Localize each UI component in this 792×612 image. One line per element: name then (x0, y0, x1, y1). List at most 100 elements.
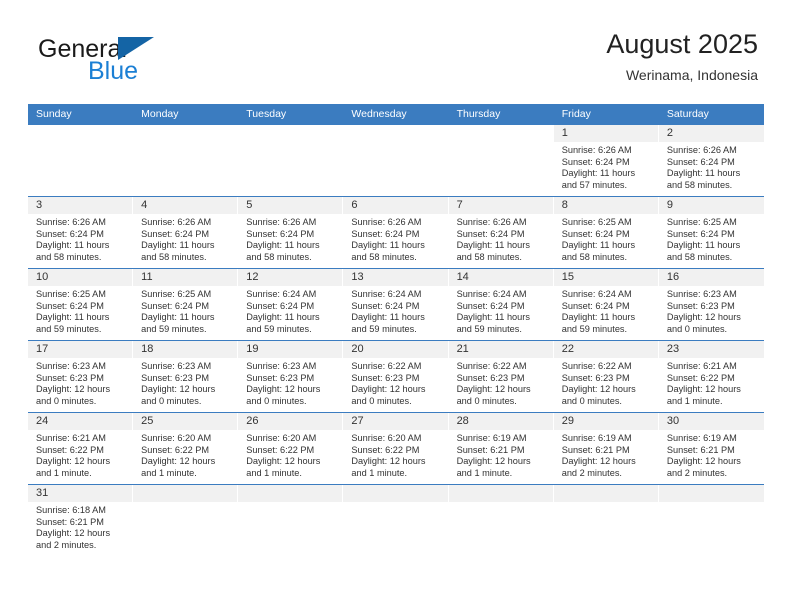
sunset-text: Sunset: 6:21 PM (36, 516, 104, 527)
daylight-text: Daylight: 11 hours and 59 minutes. (141, 312, 215, 334)
day-cell[interactable]: 21 Sunrise: 6:22 AM Sunset: 6:23 PM Dayl… (448, 341, 554, 412)
sunrise-text: Sunrise: 6:23 AM (666, 289, 737, 299)
day-cell[interactable]: 26 Sunrise: 6:20 AM Sunset: 6:22 PM Dayl… (238, 413, 344, 484)
day-number-band: 22 (553, 341, 659, 358)
sunrise-text: Sunrise: 6:26 AM (561, 145, 632, 155)
sunrise-text: Sunrise: 6:25 AM (141, 289, 212, 299)
day-number-band: 23 (658, 341, 764, 358)
day-cell[interactable]: 25 Sunrise: 6:20 AM Sunset: 6:22 PM Dayl… (133, 413, 239, 484)
daylight-text: Daylight: 11 hours and 59 minutes. (351, 312, 425, 334)
day-cell[interactable]: 23 Sunrise: 6:21 AM Sunset: 6:22 PM Dayl… (658, 341, 764, 412)
day-cell[interactable]: 22 Sunrise: 6:22 AM Sunset: 6:23 PM Dayl… (553, 341, 659, 412)
daylight-text: Daylight: 11 hours and 59 minutes. (36, 312, 110, 334)
day-cell[interactable]: 19 Sunrise: 6:23 AM Sunset: 6:23 PM Dayl… (238, 341, 344, 412)
day-cell[interactable]: 10 Sunrise: 6:25 AM Sunset: 6:24 PM Dayl… (28, 269, 134, 340)
day-number: 17 (36, 343, 49, 355)
day-details: Sunrise: 6:26 AM Sunset: 6:24 PM Dayligh… (659, 142, 764, 191)
day-details: Sunrise: 6:25 AM Sunset: 6:24 PM Dayligh… (133, 286, 238, 335)
sunset-text: Sunset: 6:24 PM (246, 228, 315, 239)
weekday-header-wednesday: Wednesday (351, 108, 407, 120)
day-cell (658, 485, 764, 561)
day-number-band (658, 485, 764, 502)
day-details: Sunrise: 6:19 AM Sunset: 6:21 PM Dayligh… (659, 430, 764, 479)
day-number: 25 (141, 415, 154, 427)
day-details (343, 142, 448, 145)
day-number-band: 3 (28, 197, 134, 214)
sunset-text: Sunset: 6:24 PM (666, 228, 735, 239)
daylight-text: Daylight: 11 hours and 58 minutes. (246, 240, 320, 262)
day-cell[interactable]: 3 Sunrise: 6:26 AM Sunset: 6:24 PM Dayli… (28, 197, 134, 268)
daylight-text: Daylight: 11 hours and 58 minutes. (666, 168, 741, 190)
sunrise-text: Sunrise: 6:25 AM (561, 217, 632, 227)
day-cell[interactable]: 27 Sunrise: 6:20 AM Sunset: 6:22 PM Dayl… (343, 413, 449, 484)
sunset-text: Sunset: 6:23 PM (456, 372, 525, 383)
sunrise-text: Sunrise: 6:24 AM (246, 289, 317, 299)
sunrise-text: Sunrise: 6:22 AM (351, 361, 422, 371)
day-cell[interactable]: 6 Sunrise: 6:26 AM Sunset: 6:24 PM Dayli… (343, 197, 449, 268)
day-number: 10 (36, 271, 49, 283)
day-details: Sunrise: 6:23 AM Sunset: 6:23 PM Dayligh… (133, 358, 238, 407)
sunset-text: Sunset: 6:22 PM (351, 444, 420, 455)
day-number: 20 (351, 343, 364, 355)
day-cell[interactable]: 17 Sunrise: 6:23 AM Sunset: 6:23 PM Dayl… (28, 341, 134, 412)
day-cell[interactable]: 14 Sunrise: 6:24 AM Sunset: 6:24 PM Dayl… (448, 269, 554, 340)
day-details: Sunrise: 6:25 AM Sunset: 6:24 PM Dayligh… (554, 214, 659, 263)
sunset-text: Sunset: 6:22 PM (246, 444, 315, 455)
day-number-band: 20 (343, 341, 449, 358)
sunset-text: Sunset: 6:22 PM (36, 444, 104, 455)
sunrise-text: Sunrise: 6:20 AM (246, 433, 317, 443)
day-number-band (343, 485, 449, 502)
day-cell (553, 485, 659, 561)
day-details (28, 142, 133, 145)
sunset-text: Sunset: 6:21 PM (561, 444, 630, 455)
daylight-text: Daylight: 12 hours and 1 minute. (456, 456, 531, 478)
day-details (554, 502, 659, 505)
day-cell[interactable]: 7 Sunrise: 6:26 AM Sunset: 6:24 PM Dayli… (448, 197, 554, 268)
sunset-text: Sunset: 6:23 PM (141, 372, 210, 383)
day-cell[interactable]: 31 Sunrise: 6:18 AM Sunset: 6:21 PM Dayl… (28, 485, 134, 561)
sunrise-text: Sunrise: 6:24 AM (561, 289, 632, 299)
day-cell[interactable]: 11 Sunrise: 6:25 AM Sunset: 6:24 PM Dayl… (133, 269, 239, 340)
sunrise-text: Sunrise: 6:21 AM (666, 361, 737, 371)
day-cell[interactable]: 30 Sunrise: 6:19 AM Sunset: 6:21 PM Dayl… (658, 413, 764, 484)
day-number-band: 10 (28, 269, 134, 286)
daylight-text: Daylight: 12 hours and 1 minute. (36, 456, 111, 478)
day-cell[interactable]: 24 Sunrise: 6:21 AM Sunset: 6:22 PM Dayl… (28, 413, 134, 484)
day-cell[interactable]: 12 Sunrise: 6:24 AM Sunset: 6:24 PM Dayl… (238, 269, 344, 340)
sunrise-text: Sunrise: 6:19 AM (666, 433, 737, 443)
day-cell[interactable]: 18 Sunrise: 6:23 AM Sunset: 6:23 PM Dayl… (133, 341, 239, 412)
sunrise-text: Sunrise: 6:26 AM (36, 217, 106, 227)
day-number-band: 7 (448, 197, 554, 214)
day-number-band: 17 (28, 341, 134, 358)
day-cell[interactable]: 16 Sunrise: 6:23 AM Sunset: 6:23 PM Dayl… (658, 269, 764, 340)
day-cell[interactable]: 29 Sunrise: 6:19 AM Sunset: 6:21 PM Dayl… (553, 413, 659, 484)
day-number: 21 (456, 343, 469, 355)
week-row: 3 Sunrise: 6:26 AM Sunset: 6:24 PM Dayli… (28, 196, 764, 268)
day-number: 23 (666, 343, 680, 355)
day-cell[interactable]: 9 Sunrise: 6:25 AM Sunset: 6:24 PM Dayli… (658, 197, 764, 268)
day-cell[interactable]: 15 Sunrise: 6:24 AM Sunset: 6:24 PM Dayl… (553, 269, 659, 340)
general-blue-logo[interactable]: General Blue (38, 36, 228, 88)
day-cell[interactable]: 4 Sunrise: 6:26 AM Sunset: 6:24 PM Dayli… (133, 197, 239, 268)
day-cell[interactable]: 1 Sunrise: 6:26 AM Sunset: 6:24 PM Dayli… (553, 125, 659, 196)
sunrise-text: Sunrise: 6:24 AM (456, 289, 527, 299)
day-cell[interactable]: 13 Sunrise: 6:24 AM Sunset: 6:24 PM Dayl… (343, 269, 449, 340)
day-details: Sunrise: 6:26 AM Sunset: 6:24 PM Dayligh… (28, 214, 133, 263)
day-cell[interactable]: 2 Sunrise: 6:26 AM Sunset: 6:24 PM Dayli… (658, 125, 764, 196)
day-cell[interactable]: 28 Sunrise: 6:19 AM Sunset: 6:21 PM Dayl… (448, 413, 554, 484)
daylight-text: Daylight: 12 hours and 1 minute. (666, 384, 741, 406)
day-cell[interactable]: 20 Sunrise: 6:22 AM Sunset: 6:23 PM Dayl… (343, 341, 449, 412)
page-header: General Blue August 2025 Werinama, Indon… (0, 0, 792, 100)
sunset-text: Sunset: 6:23 PM (36, 372, 104, 383)
day-cell[interactable]: 5 Sunrise: 6:26 AM Sunset: 6:24 PM Dayli… (238, 197, 344, 268)
sunrise-text: Sunrise: 6:20 AM (351, 433, 422, 443)
daylight-text: Daylight: 11 hours and 58 minutes. (141, 240, 215, 262)
day-details: Sunrise: 6:26 AM Sunset: 6:24 PM Dayligh… (554, 142, 659, 191)
day-number: 14 (456, 271, 469, 283)
day-number-band: 19 (238, 341, 344, 358)
day-details (449, 142, 554, 145)
day-cell[interactable]: 8 Sunrise: 6:25 AM Sunset: 6:24 PM Dayli… (553, 197, 659, 268)
day-number: 16 (666, 271, 680, 283)
daylight-text: Daylight: 12 hours and 0 minutes. (456, 384, 531, 406)
day-details: Sunrise: 6:23 AM Sunset: 6:23 PM Dayligh… (659, 286, 764, 335)
